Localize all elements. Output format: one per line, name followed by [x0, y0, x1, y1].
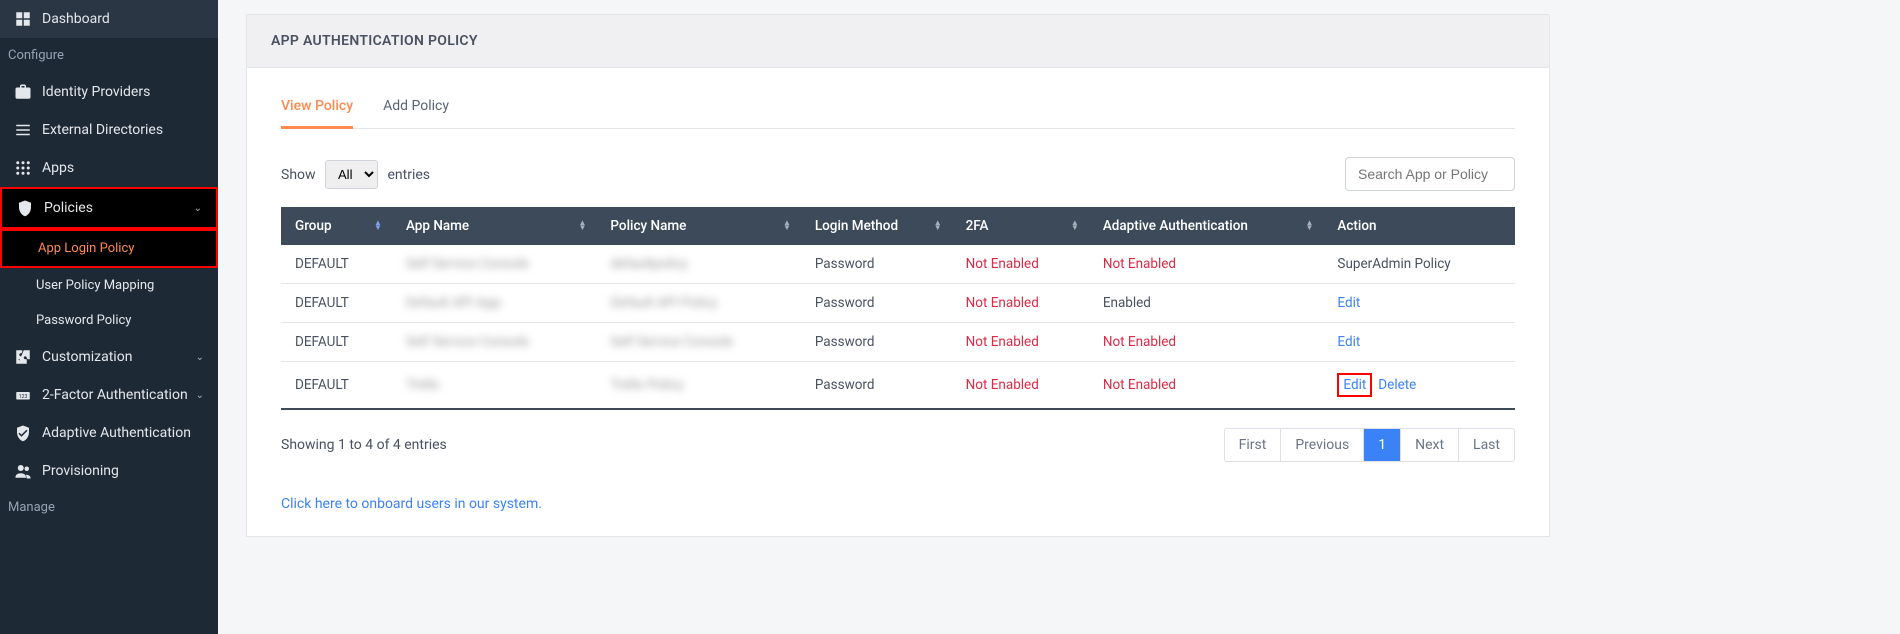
table-row: DEFAULTDefault API AppDefault API Policy…	[281, 284, 1515, 323]
sidebar-item-dashboard[interactable]: Dashboard	[0, 0, 218, 38]
edit-link[interactable]: Edit	[1337, 334, 1360, 350]
pager: FirstPrevious1NextLast	[1224, 428, 1515, 462]
puzzle-icon	[14, 348, 32, 366]
pager-previous[interactable]: Previous	[1281, 429, 1364, 461]
edit-link[interactable]: Edit	[1337, 373, 1372, 397]
sidebar-item-identity-providers[interactable]: Identity Providers	[0, 73, 218, 111]
chevron-down-icon: ⌄	[196, 352, 204, 363]
sort-icon: ▲▼	[1071, 221, 1079, 231]
chevron-down-icon: ⌄	[194, 203, 202, 214]
sidebar-item-customization[interactable]: Customization ⌄	[0, 338, 218, 376]
sort-icon: ▲▼	[934, 221, 942, 231]
onboard-link[interactable]: Click here to onboard users in our syste…	[281, 496, 1515, 512]
table-info: Showing 1 to 4 of 4 entries	[281, 437, 447, 453]
col-policy-name[interactable]: Policy Name▲▼	[596, 207, 800, 245]
pager-last[interactable]: Last	[1459, 429, 1514, 461]
sidebar-item-provisioning[interactable]: Provisioning	[0, 452, 218, 490]
sidebar-item-2-factor-authentication[interactable]: 123 2-Factor Authentication ⌄	[0, 376, 218, 414]
col-adaptive-authentication[interactable]: Adaptive Authentication▲▼	[1089, 207, 1324, 245]
sidebar-item-label: External Directories	[42, 122, 163, 138]
sort-icon: ▲▼	[783, 221, 791, 231]
col-group[interactable]: Group▲▼	[281, 207, 392, 245]
sidebar-item-label: Dashboard	[42, 11, 110, 27]
svg-text:123: 123	[19, 394, 28, 400]
pager-1[interactable]: 1	[1364, 429, 1401, 461]
sidebar: Dashboard Configure Identity Providers Exte…	[0, 0, 218, 634]
sidebar-item-label: Identity Providers	[42, 84, 150, 100]
briefcase-icon	[14, 83, 32, 101]
page-title: APP AUTHENTICATION POLICY	[246, 14, 1550, 68]
list-icon	[14, 121, 32, 139]
col-action[interactable]: Action	[1323, 207, 1515, 245]
sidebar-sub-item[interactable]: User Policy Mapping	[0, 268, 218, 303]
sidebar-item-label: Policies	[44, 200, 93, 216]
sidebar-section: Configure	[0, 38, 218, 73]
sidebar-sub-item[interactable]: App Login Policy	[0, 229, 218, 268]
entries-control: Show All entries	[281, 160, 430, 189]
dashboard-icon	[14, 10, 32, 28]
table-header-row: Group▲▼App Name▲▼Policy Name▲▼Login Meth…	[281, 207, 1515, 245]
main-content: APP AUTHENTICATION POLICY View Policy Add…	[218, 0, 1900, 634]
grid-icon	[14, 159, 32, 177]
sidebar-item-label: Adaptive Authentication	[42, 425, 191, 441]
chevron-down-icon: ⌄	[196, 390, 204, 401]
pager-next[interactable]: Next	[1401, 429, 1459, 461]
sidebar-item-policies[interactable]: Policies ⌄	[0, 187, 218, 229]
users-icon	[14, 462, 32, 480]
shieldcheck-icon	[14, 424, 32, 442]
col-app-name[interactable]: App Name▲▼	[392, 207, 596, 245]
edit-link[interactable]: Edit	[1337, 295, 1360, 311]
tab-add-policy[interactable]: Add Policy	[383, 98, 449, 128]
sidebar-item-apps[interactable]: Apps	[0, 149, 218, 187]
search-input[interactable]	[1345, 157, 1515, 191]
policy-table: Group▲▼App Name▲▼Policy Name▲▼Login Meth…	[281, 207, 1515, 410]
table-row: DEFAULTSelf Service ConsoleSelf Service …	[281, 323, 1515, 362]
tabs: View Policy Add Policy	[281, 98, 1515, 129]
table-row: DEFAULTTrelloTrello PolicyPasswordNot En…	[281, 362, 1515, 410]
sidebar-item-external-directories[interactable]: External Directories	[0, 111, 218, 149]
sidebar-item-adaptive-authentication[interactable]: Adaptive Authentication	[0, 414, 218, 452]
sidebar-item-label: Apps	[42, 160, 74, 176]
sort-icon: ▲▼	[374, 221, 382, 231]
delete-link[interactable]: Delete	[1378, 377, 1416, 393]
shield-icon	[16, 199, 34, 217]
sidebar-sub-item[interactable]: Password Policy	[0, 303, 218, 338]
sidebar-section: Manage	[0, 490, 218, 525]
sidebar-item-label: 2-Factor Authentication	[42, 387, 188, 403]
col-2fa[interactable]: 2FA▲▼	[952, 207, 1089, 245]
entries-select[interactable]: All	[325, 160, 378, 189]
sidebar-item-label: Provisioning	[42, 463, 119, 479]
col-login-method[interactable]: Login Method▲▼	[801, 207, 952, 245]
pager-first[interactable]: First	[1225, 429, 1282, 461]
key-icon: 123	[14, 386, 32, 404]
table-row: DEFAULTSelf Service Consoledefaultpolicy…	[281, 245, 1515, 284]
sidebar-item-label: Customization	[42, 349, 132, 365]
sort-icon: ▲▼	[578, 221, 586, 231]
sort-icon: ▲▼	[1306, 221, 1314, 231]
tab-view-policy[interactable]: View Policy	[281, 98, 353, 129]
